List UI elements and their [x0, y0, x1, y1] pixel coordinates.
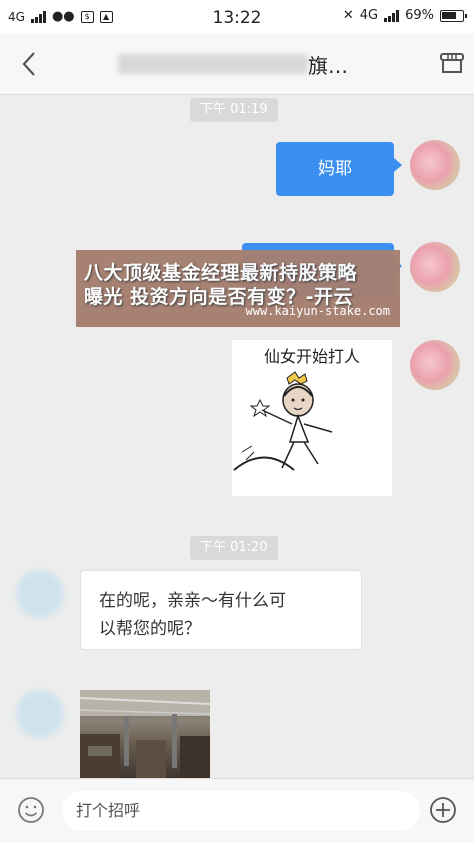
- battery-percent: 69%: [405, 8, 434, 23]
- chevron-left-icon[interactable]: [14, 48, 46, 80]
- input-bar: 打个招呼: [0, 778, 474, 843]
- overlay-headline-line1: 八大顶级基金经理最新持股策略: [84, 262, 358, 284]
- chat-title: 旗…: [308, 54, 348, 78]
- seller-avatar[interactable]: [16, 570, 64, 618]
- sticker-drawing: 仙女开始打人: [233, 347, 360, 471]
- status-bar: 4G ●● $ ▲ 13:22 ✕ 4G 69%: [0, 0, 474, 34]
- chat-header: 旗…: [0, 34, 474, 95]
- mute-icon: ✕: [342, 8, 354, 23]
- smiley-icon[interactable]: [16, 795, 46, 825]
- my-avatar[interactable]: [410, 340, 460, 390]
- message-input[interactable]: 打个招呼: [62, 791, 420, 831]
- photo-content: [80, 690, 210, 778]
- signal-right-icon: [384, 9, 400, 22]
- seller-message-bubble[interactable]: 在的呢，亲亲～有什么可 以帮您的呢？: [80, 570, 362, 650]
- sticker-caption: 仙女开始打人: [264, 347, 360, 366]
- ad-overlay-banner[interactable]: 八大顶级基金经理最新持股策略 曝光 投资方向是否有变？-开云 www.kaiyu…: [76, 250, 400, 327]
- battery-icon: [440, 9, 467, 22]
- status-right: ✕ 4G 69%: [342, 8, 467, 23]
- storefront-icon[interactable]: [438, 50, 466, 78]
- timestamp: 下午 01:20: [190, 536, 278, 560]
- shop-name-blurred: [118, 54, 308, 74]
- timestamp: 下午 01:19: [190, 98, 278, 122]
- sticker-image[interactable]: 仙女开始打人: [232, 340, 392, 496]
- seller-avatar[interactable]: [16, 690, 64, 738]
- overlay-url: www.kaiyun-stake.com: [245, 304, 391, 318]
- seller-message-line1: 在的呢，亲亲～有什么可: [99, 591, 286, 611]
- seller-message-line2: 以帮您的呢？: [99, 619, 201, 639]
- my-message-bubble[interactable]: 妈耶: [276, 142, 402, 196]
- warehouse-photo[interactable]: [80, 690, 210, 778]
- network-type-right: 4G: [359, 8, 379, 23]
- my-avatar[interactable]: [410, 242, 460, 292]
- my-avatar[interactable]: [410, 140, 460, 190]
- plus-circle-icon[interactable]: [428, 795, 458, 825]
